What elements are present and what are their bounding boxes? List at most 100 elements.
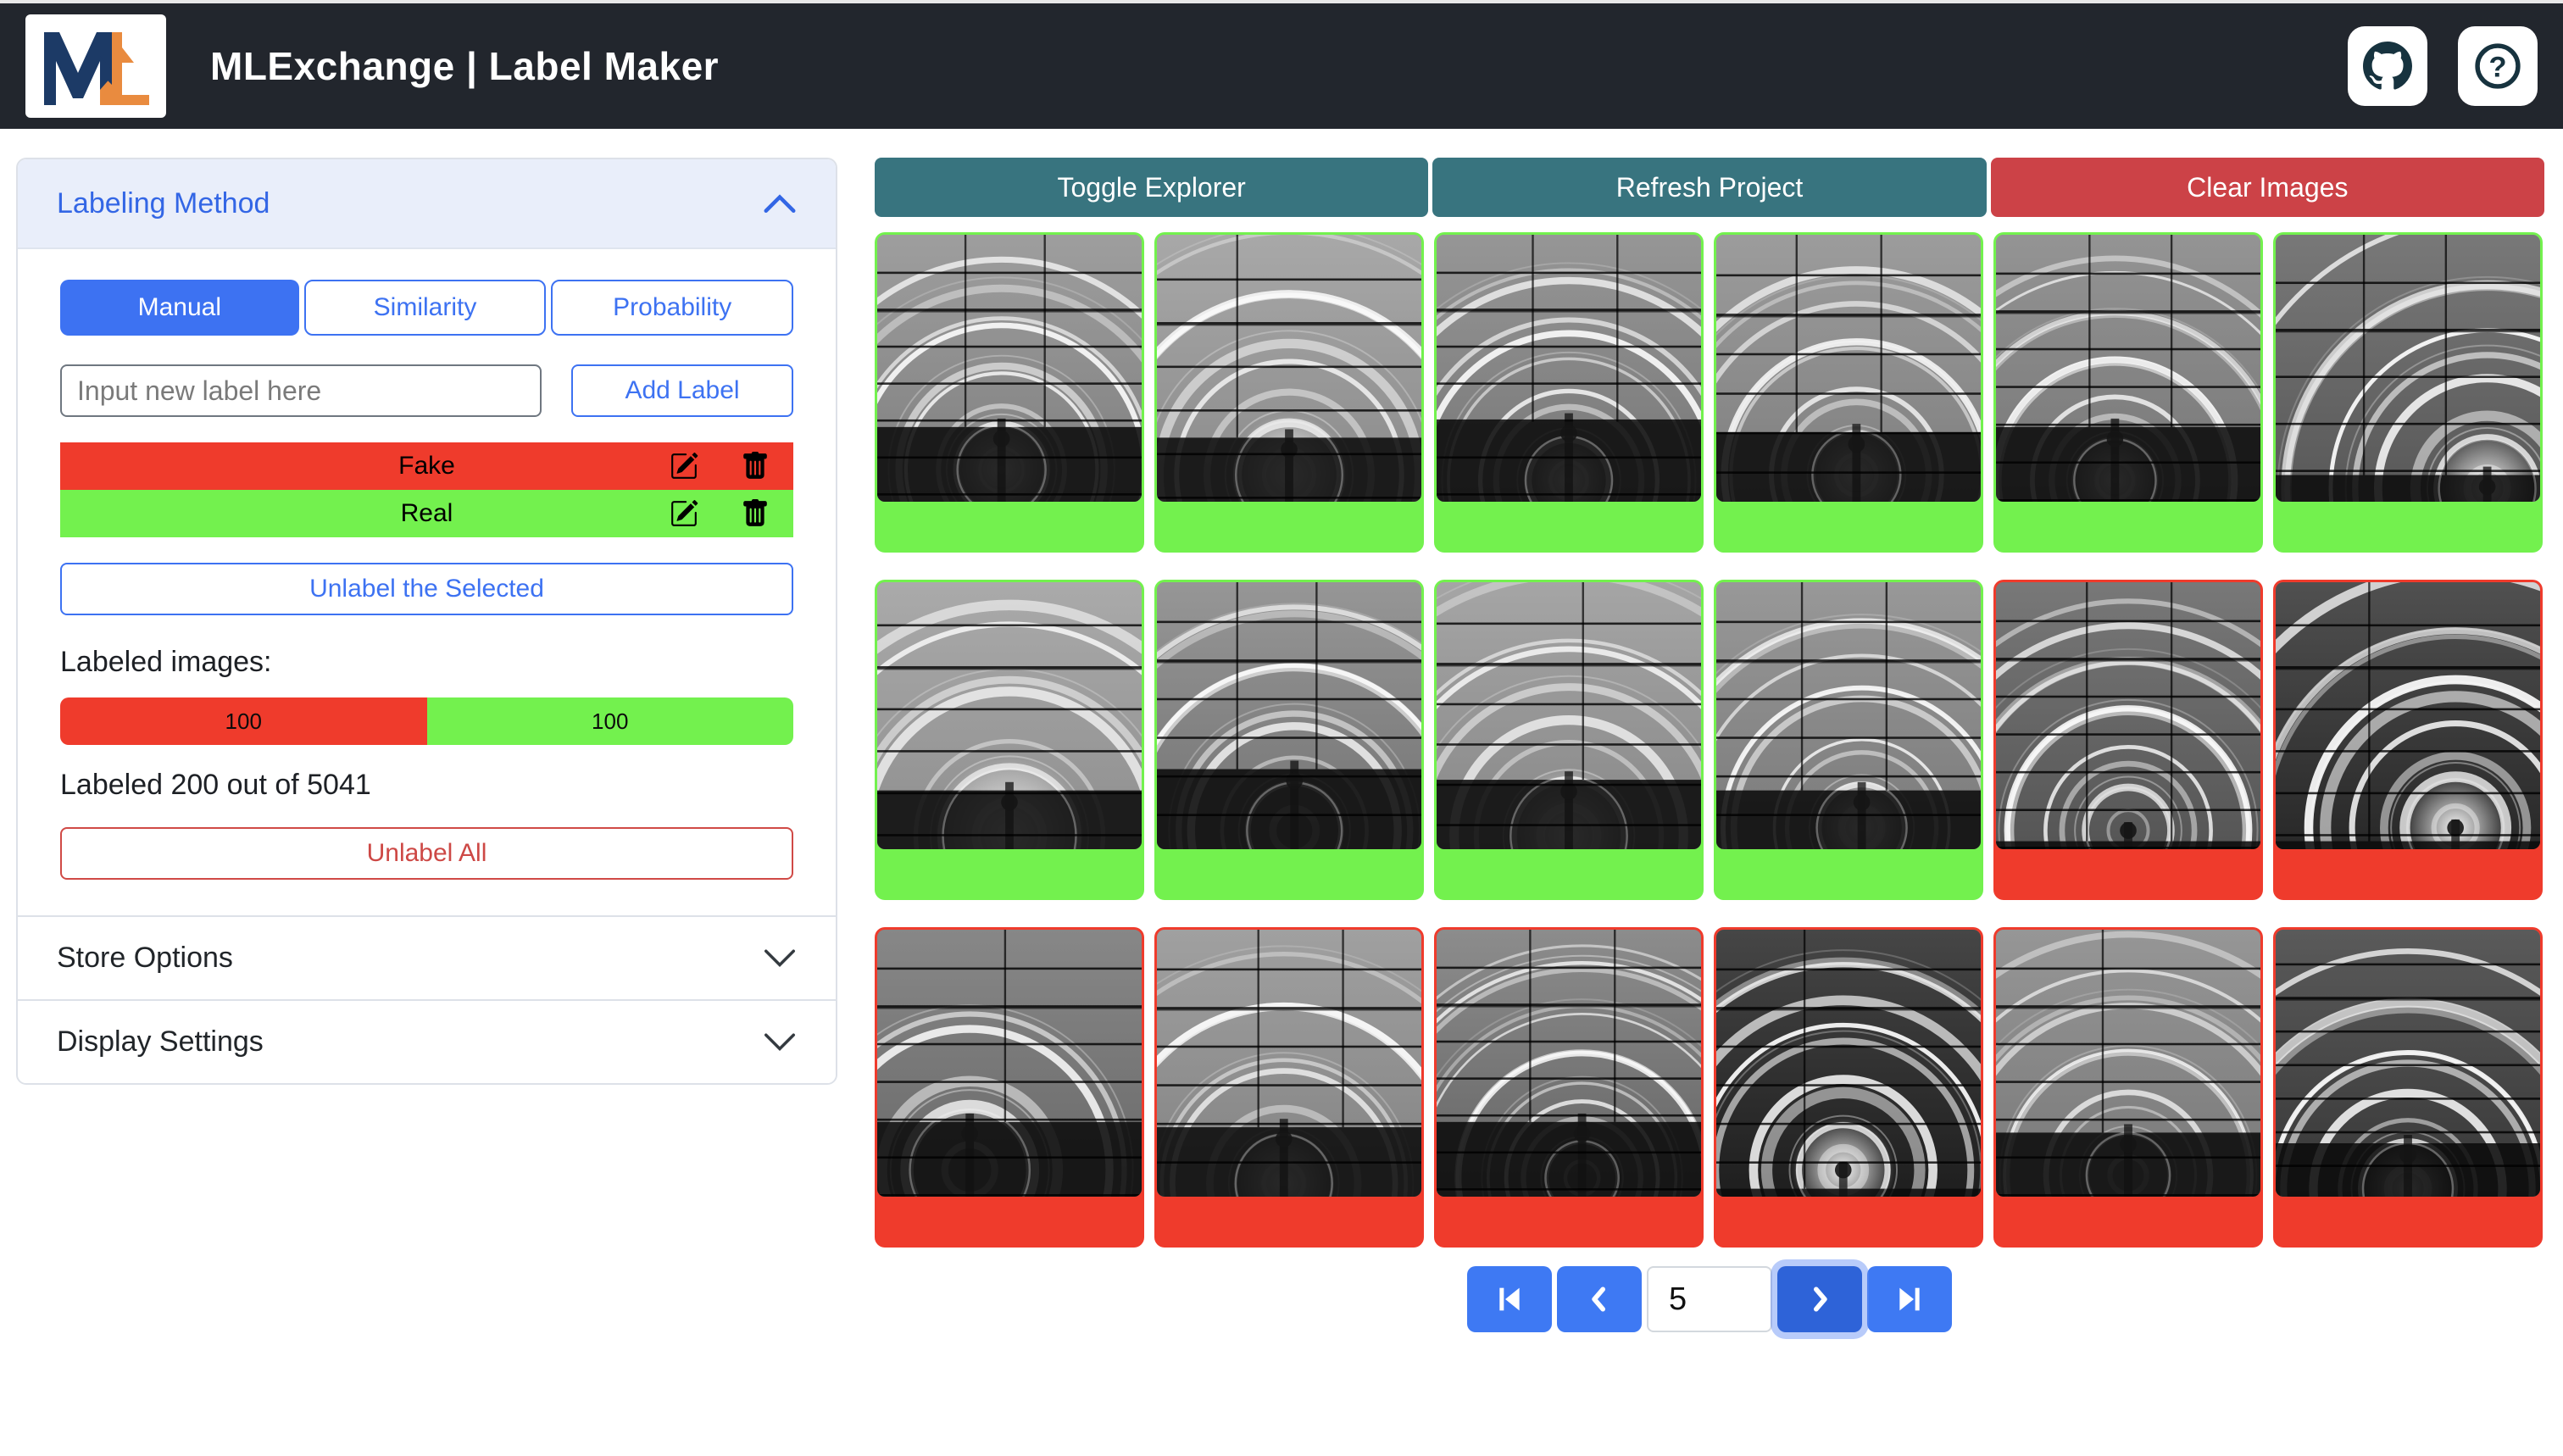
unlabel-selected-button[interactable]: Unlabel the Selected xyxy=(60,563,793,615)
tile-label-band xyxy=(2276,849,2540,897)
trash-icon[interactable] xyxy=(741,452,770,481)
accordion-header-store-options[interactable]: Store Options xyxy=(18,915,836,999)
tile-label-band xyxy=(1996,1197,2260,1245)
accordion-title: Display Settings xyxy=(57,1025,264,1059)
image-tile-3-real[interactable] xyxy=(1434,232,1704,553)
diffraction-image xyxy=(1716,235,1981,502)
label-name: Fake xyxy=(398,452,455,481)
diffraction-image xyxy=(1437,582,1701,849)
diffraction-image xyxy=(2276,582,2540,849)
chevron-up-icon xyxy=(763,192,797,214)
tab-probability[interactable]: Probability xyxy=(551,280,793,336)
skip-end-icon xyxy=(1893,1282,1926,1316)
image-tile-13-fake[interactable] xyxy=(875,927,1144,1248)
add-label-row: Add Label xyxy=(60,364,793,417)
skip-start-icon xyxy=(1493,1282,1526,1316)
diffraction-image xyxy=(1996,930,2260,1197)
diffraction-image xyxy=(1716,582,1981,849)
github-icon xyxy=(2363,42,2412,91)
tab-similarity[interactable]: Similarity xyxy=(304,280,547,336)
app-root: MLExchange | Label Maker ? Labeling Meth… xyxy=(0,0,2563,1456)
diffraction-image xyxy=(1716,930,1981,1197)
pagination xyxy=(875,1266,2544,1332)
tile-label-band xyxy=(877,502,1142,550)
mlexchange-logo xyxy=(25,14,166,118)
diffraction-image xyxy=(2276,235,2540,502)
toolbar: Toggle ExplorerRefresh ProjectClear Imag… xyxy=(875,158,2544,217)
image-tile-10-real[interactable] xyxy=(1714,580,1983,900)
app-header: MLExchange | Label Maker ? xyxy=(0,3,2563,129)
edit-icon[interactable] xyxy=(670,499,698,528)
chevron-right-icon xyxy=(1803,1282,1837,1316)
diffraction-image xyxy=(877,582,1142,849)
ml-logo-icon xyxy=(41,25,151,107)
image-tile-15-fake[interactable] xyxy=(1434,927,1704,1248)
labeling-method-tabs: ManualSimilarityProbability xyxy=(60,280,793,336)
refresh-project-button[interactable]: Refresh Project xyxy=(1432,158,1986,217)
image-tile-2-real[interactable] xyxy=(1154,232,1424,553)
chevron-down-icon xyxy=(763,1031,797,1053)
tile-label-band xyxy=(877,1197,1142,1245)
help-icon: ? xyxy=(2473,42,2522,91)
tile-label-band xyxy=(2276,502,2540,550)
progress-segment: 100 xyxy=(427,697,794,745)
diffraction-image xyxy=(1996,582,2260,849)
labeling-method-body: ManualSimilarityProbability Add Label Fa… xyxy=(18,249,836,915)
image-tile-7-real[interactable] xyxy=(875,580,1144,900)
trash-icon[interactable] xyxy=(741,499,770,528)
next-page-button[interactable] xyxy=(1777,1266,1862,1332)
first-page-button[interactable] xyxy=(1467,1266,1552,1332)
image-tile-4-real[interactable] xyxy=(1714,232,1983,553)
tile-label-band xyxy=(1996,502,2260,550)
chevron-down-icon xyxy=(763,948,797,970)
diffraction-image xyxy=(2276,930,2540,1197)
prev-page-button[interactable] xyxy=(1557,1266,1642,1332)
tile-label-band xyxy=(1157,1197,1421,1245)
label-list: Fake Real xyxy=(60,442,793,537)
labeled-progress-bar: 100100 xyxy=(60,697,793,745)
image-tile-17-fake[interactable] xyxy=(1993,927,2263,1248)
tile-label-band xyxy=(1437,502,1701,550)
diffraction-image xyxy=(1157,930,1421,1197)
unlabel-all-button[interactable]: Unlabel All xyxy=(60,827,793,880)
last-page-button[interactable] xyxy=(1867,1266,1952,1332)
image-tile-14-fake[interactable] xyxy=(1154,927,1424,1248)
edit-icon[interactable] xyxy=(670,452,698,481)
image-tile-6-real[interactable] xyxy=(2273,232,2543,553)
image-tile-16-fake[interactable] xyxy=(1714,927,1983,1248)
image-tile-8-real[interactable] xyxy=(1154,580,1424,900)
accordion-header-display-settings[interactable]: Display Settings xyxy=(18,999,836,1083)
diffraction-image xyxy=(1437,930,1701,1197)
diffraction-image xyxy=(1157,582,1421,849)
accordion-header-labeling-method[interactable]: Labeling Method xyxy=(18,159,836,249)
label-row-fake[interactable]: Fake xyxy=(60,442,793,490)
diffraction-image xyxy=(877,930,1142,1197)
image-tile-18-fake[interactable] xyxy=(2273,927,2543,1248)
tile-label-band xyxy=(877,849,1142,897)
label-name: Real xyxy=(401,499,453,528)
image-tile-5-real[interactable] xyxy=(1993,232,2263,553)
image-tile-9-real[interactable] xyxy=(1434,580,1704,900)
page-number-input[interactable] xyxy=(1647,1266,1772,1332)
label-row-real[interactable]: Real xyxy=(60,490,793,537)
new-label-input[interactable] xyxy=(60,364,542,417)
toggle-explorer-button[interactable]: Toggle Explorer xyxy=(875,158,1428,217)
image-tile-12-fake[interactable] xyxy=(2273,580,2543,900)
image-grid xyxy=(875,232,2543,1248)
sidebar: Labeling Method ManualSimilarityProbabil… xyxy=(16,158,837,1085)
tile-label-band xyxy=(1716,1197,1981,1245)
tile-label-band xyxy=(1996,849,2260,897)
github-button[interactable] xyxy=(2348,26,2427,106)
tile-label-band xyxy=(1157,849,1421,897)
diffraction-image xyxy=(1157,235,1421,502)
page-title: MLExchange | Label Maker xyxy=(210,43,719,89)
tile-label-band xyxy=(1716,502,1981,550)
clear-images-button[interactable]: Clear Images xyxy=(1991,158,2544,217)
help-button[interactable]: ? xyxy=(2458,26,2538,106)
header-actions: ? xyxy=(2348,26,2538,106)
image-tile-1-real[interactable] xyxy=(875,232,1144,553)
add-label-button[interactable]: Add Label xyxy=(571,364,793,417)
tab-manual[interactable]: Manual xyxy=(60,280,299,336)
tile-label-band xyxy=(1157,502,1421,550)
image-tile-11-fake[interactable] xyxy=(1993,580,2263,900)
